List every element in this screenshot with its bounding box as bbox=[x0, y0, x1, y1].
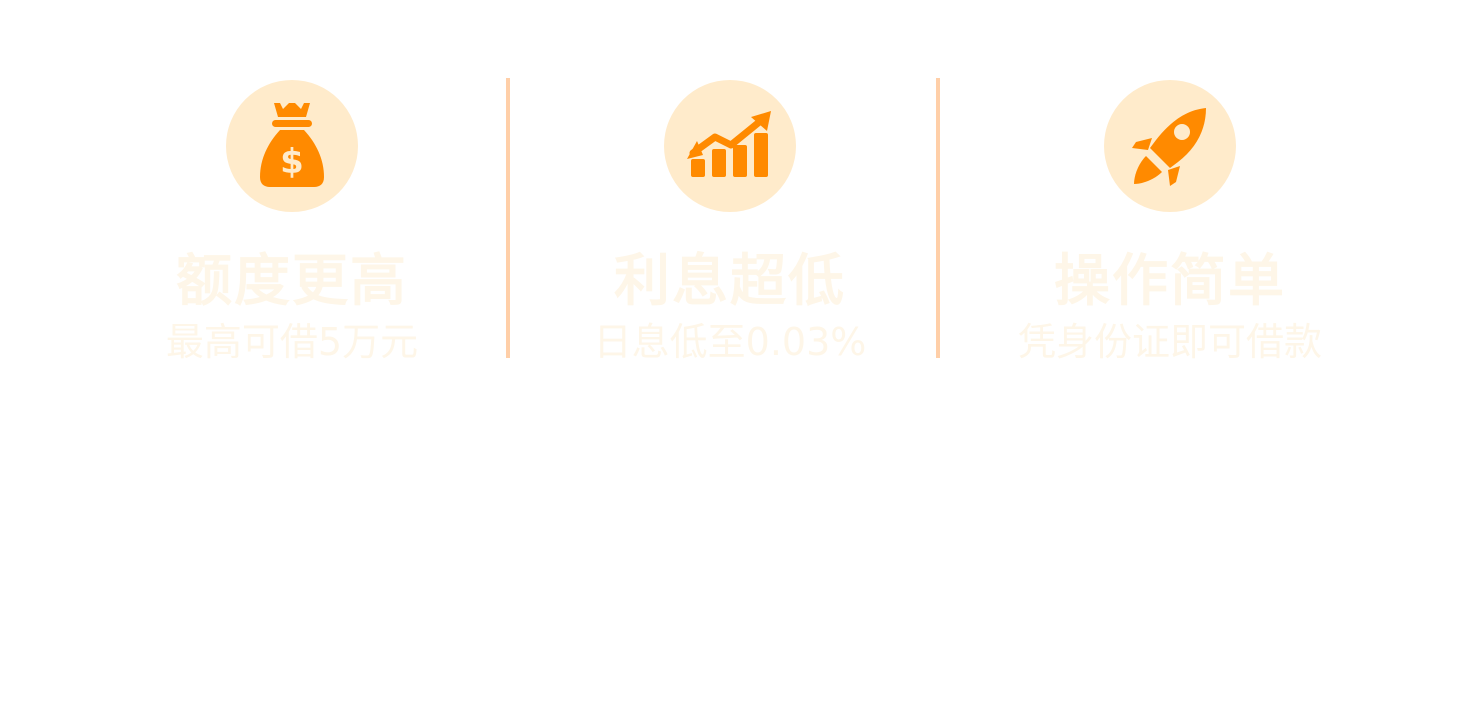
feature-title: 额度更高 bbox=[176, 249, 408, 314]
divider bbox=[506, 78, 510, 358]
feature-highlights: $ 额度更高 最高可借5万元 利息超低 日息低至0.03% 操作简单 凭身份证即… bbox=[0, 0, 1460, 704]
feature-item-interest: 利息超低 日息低至0.03% bbox=[515, 80, 945, 366]
feature-title: 操作简单 bbox=[1054, 249, 1286, 314]
rocket-icon bbox=[1104, 80, 1236, 212]
feature-title: 利息超低 bbox=[614, 249, 846, 314]
divider bbox=[936, 78, 940, 358]
feature-description: 凭身份证即可借款 bbox=[1017, 320, 1322, 364]
money-bag-icon: $ bbox=[226, 80, 358, 212]
feature-item-limit: $ 额度更高 最高可借5万元 bbox=[77, 80, 507, 366]
feature-description: 最高可借5万元 bbox=[165, 320, 419, 364]
svg-text:$: $ bbox=[280, 142, 304, 182]
feature-item-operation: 操作简单 凭身份证即可借款 bbox=[955, 80, 1385, 366]
growth-chart-icon bbox=[664, 80, 796, 212]
feature-description: 日息低至0.03% bbox=[593, 320, 867, 364]
